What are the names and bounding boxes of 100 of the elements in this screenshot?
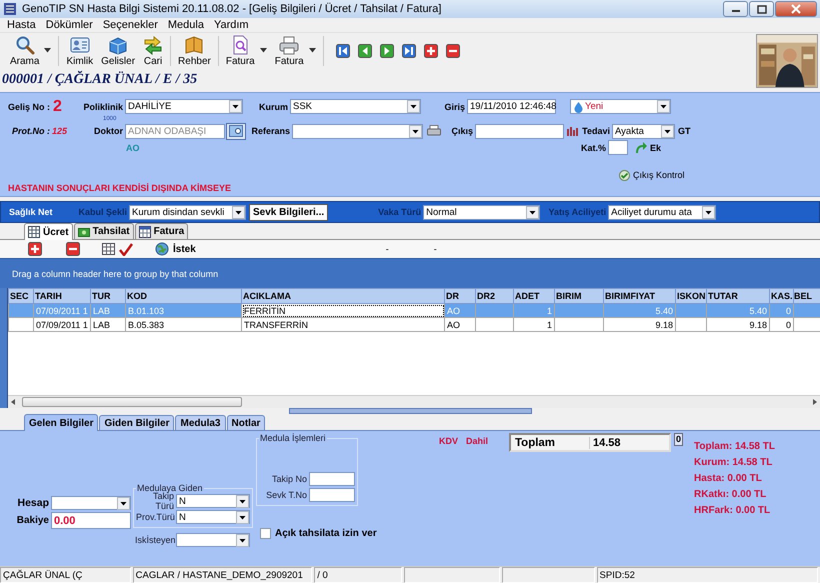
caret-icon: [526, 206, 540, 218]
text-field[interactable]: [309, 472, 355, 486]
column-header[interactable]: ADET: [514, 288, 554, 304]
toolbar-button[interactable]: Rehber: [175, 34, 214, 68]
toolbar-button[interactable]: Fatura: [222, 34, 258, 68]
tab[interactable]: Notlar: [226, 415, 266, 430]
request-button[interactable]: İstek: [155, 242, 196, 256]
add-icon[interactable]: [424, 44, 438, 58]
toolbar-button[interactable]: Kimlik: [63, 34, 96, 68]
column-header[interactable]: SEC: [8, 288, 34, 304]
dropdown[interactable]: Aciliyet durumu ata: [608, 204, 716, 220]
dropdown[interactable]: Normal: [423, 204, 540, 220]
text-field[interactable]: [475, 124, 564, 138]
control-label[interactable]: Çıkış Kontrol: [633, 170, 685, 180]
dropdown[interactable]: SSK: [290, 99, 421, 114]
menu-item[interactable]: Hasta: [2, 19, 41, 31]
text-field[interactable]: [309, 488, 355, 502]
column-header[interactable]: TUR: [90, 288, 126, 304]
date-field[interactable]: 19/11/2010 12:46:48: [467, 99, 556, 114]
menu-item[interactable]: Seçenekler: [98, 19, 163, 31]
doctor-initials: AO: [126, 142, 140, 152]
column-header[interactable]: BIRIMFIYAT: [604, 288, 676, 304]
status-panel: ÇAĞLAR ÜNAL (Ç: [0, 567, 131, 583]
checkbox-label[interactable]: Açık tahsilata izin ver: [275, 528, 377, 538]
maximize-icon: [756, 4, 766, 14]
box-icon: [108, 34, 128, 54]
dropdown[interactable]: N: [176, 494, 250, 508]
field-label: Hesap: [16, 497, 50, 509]
field-label: Prot.No :: [12, 126, 50, 136]
dropdown[interactable]: N: [176, 510, 250, 524]
caret-icon[interactable]: [260, 48, 267, 53]
caret-icon: [702, 206, 716, 218]
field-label: Giriş: [443, 102, 466, 112]
tab[interactable]: Tahsilat: [74, 223, 134, 239]
add-icon[interactable]: [28, 242, 42, 256]
toolbar-button[interactable]: Arama: [7, 34, 42, 68]
column-header[interactable]: KAS.: [770, 288, 794, 304]
table-cell: 1: [514, 318, 554, 332]
column-header[interactable]: DR: [444, 288, 476, 304]
maximize-button[interactable]: [749, 1, 774, 17]
caret-icon: [661, 124, 674, 138]
column-header[interactable]: DR2: [476, 288, 514, 304]
table-row[interactable]: 07/09/2011 1 LAB B.01.103 FERRİTİN AO 1 5.40 5.40 0: [8, 304, 820, 318]
tab[interactable]: Gelen Bilgiler: [24, 414, 98, 431]
field-label: Takip Türü: [152, 491, 174, 511]
remove-icon[interactable]: [66, 242, 80, 256]
column-header[interactable]: TARIH: [34, 288, 90, 304]
table-cell: LAB: [90, 318, 126, 332]
minimize-button[interactable]: [723, 1, 748, 17]
next-icon[interactable]: [380, 44, 394, 58]
dropdown[interactable]: [176, 533, 250, 547]
column-header[interactable]: ACIKLAMA: [242, 288, 444, 304]
dropdown[interactable]: [51, 496, 131, 510]
caret-icon[interactable]: [44, 48, 52, 53]
remove-icon[interactable]: [446, 44, 460, 58]
first-record-icon[interactable]: [336, 44, 350, 58]
table-row[interactable]: 07/09/2011 1 LAB B.05.383 TRANSFERRİN AO 1 9.18 9.18 0: [8, 318, 820, 332]
menu-item[interactable]: Medula: [162, 19, 209, 31]
window-title: GenoTIP SN Hasta Bilgi Sistemi 20.11.08.02 - [Geliş Bilgileri / Ücret / Tahsilat / Fatura]: [22, 3, 442, 15]
menu-item[interactable]: Dökümler: [40, 19, 98, 31]
tab[interactable]: Giden Bilgiler: [99, 415, 174, 430]
sevk-button[interactable]: Sevk Bilgileri...: [249, 204, 328, 220]
toolbar-button[interactable]: Fatura: [272, 34, 307, 68]
field-label: Kurum: [258, 102, 289, 112]
balance-field[interactable]: 0.00: [51, 512, 131, 529]
menu-item[interactable]: Yardım: [208, 19, 254, 31]
checkbox[interactable]: [260, 528, 271, 538]
column-header[interactable]: ISKON: [676, 288, 706, 304]
check-icon[interactable]: [119, 242, 133, 256]
toolbar-button[interactable]: Cari: [140, 34, 166, 68]
scrollbar[interactable]: [8, 395, 820, 408]
tab[interactable]: Medula3: [175, 415, 226, 430]
grid-icon[interactable]: [102, 243, 115, 255]
splitter-handle[interactable]: [288, 408, 532, 414]
column-header[interactable]: TUTAR: [706, 288, 770, 304]
field-label: Vaka Türü: [377, 207, 422, 217]
dropdown[interactable]: Ayakta: [612, 124, 675, 138]
check-icon: [619, 170, 630, 180]
last-record-icon[interactable]: [402, 44, 416, 58]
field-label: Doktor: [93, 126, 124, 136]
toolbar-button[interactable]: Gelisler: [98, 34, 138, 68]
status-dropdown[interactable]: Yeni: [570, 99, 671, 114]
total-line: HRFark: 0.00 TL: [694, 505, 772, 518]
dropdown[interactable]: [292, 124, 423, 138]
caret-icon[interactable]: [308, 48, 316, 53]
dropdown[interactable]: DAHİLİYE: [125, 99, 243, 114]
book-icon: [184, 34, 204, 54]
column-header[interactable]: KOD: [126, 288, 242, 304]
field-label: Referans: [250, 126, 291, 136]
group-hint: Drag a column header here to group by that column: [12, 268, 218, 278]
tab[interactable]: Fatura: [134, 223, 188, 239]
lookup-button[interactable]: [226, 122, 246, 140]
column-header[interactable]: BEL: [794, 288, 820, 304]
close-button[interactable]: [775, 1, 817, 17]
table-cell: 9.18: [706, 318, 770, 332]
column-header[interactable]: BIRIM: [554, 288, 604, 304]
tab[interactable]: Ücret: [24, 223, 73, 240]
dropdown[interactable]: Kurum disindan sevkli: [129, 204, 246, 220]
previous-icon[interactable]: [358, 44, 372, 58]
text-field[interactable]: [608, 140, 628, 155]
